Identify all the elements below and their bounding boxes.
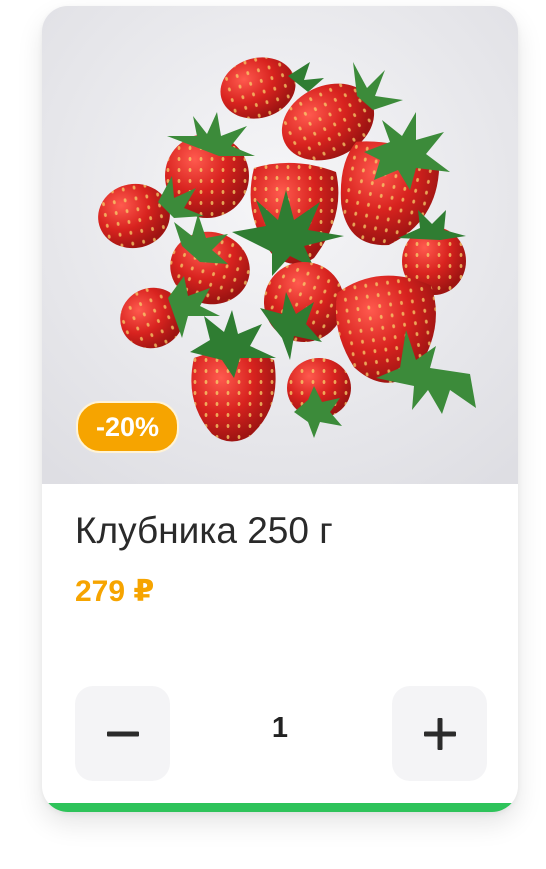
product-title: Клубника 250 г (75, 510, 333, 551)
product-price: 279 ₽ (75, 575, 155, 608)
product-card[interactable]: -20% Клубника 250 г 279 ₽ 1 (42, 6, 518, 812)
cart-indicator-bar (42, 803, 518, 812)
quantity-value: 1 (271, 712, 289, 744)
product-image[interactable]: -20% (42, 6, 518, 484)
plus-icon (423, 717, 456, 750)
discount-badge: -20% (76, 401, 180, 453)
minus-icon (106, 731, 139, 736)
decrease-quantity-button[interactable] (75, 686, 170, 781)
increase-quantity-button[interactable] (392, 686, 487, 781)
